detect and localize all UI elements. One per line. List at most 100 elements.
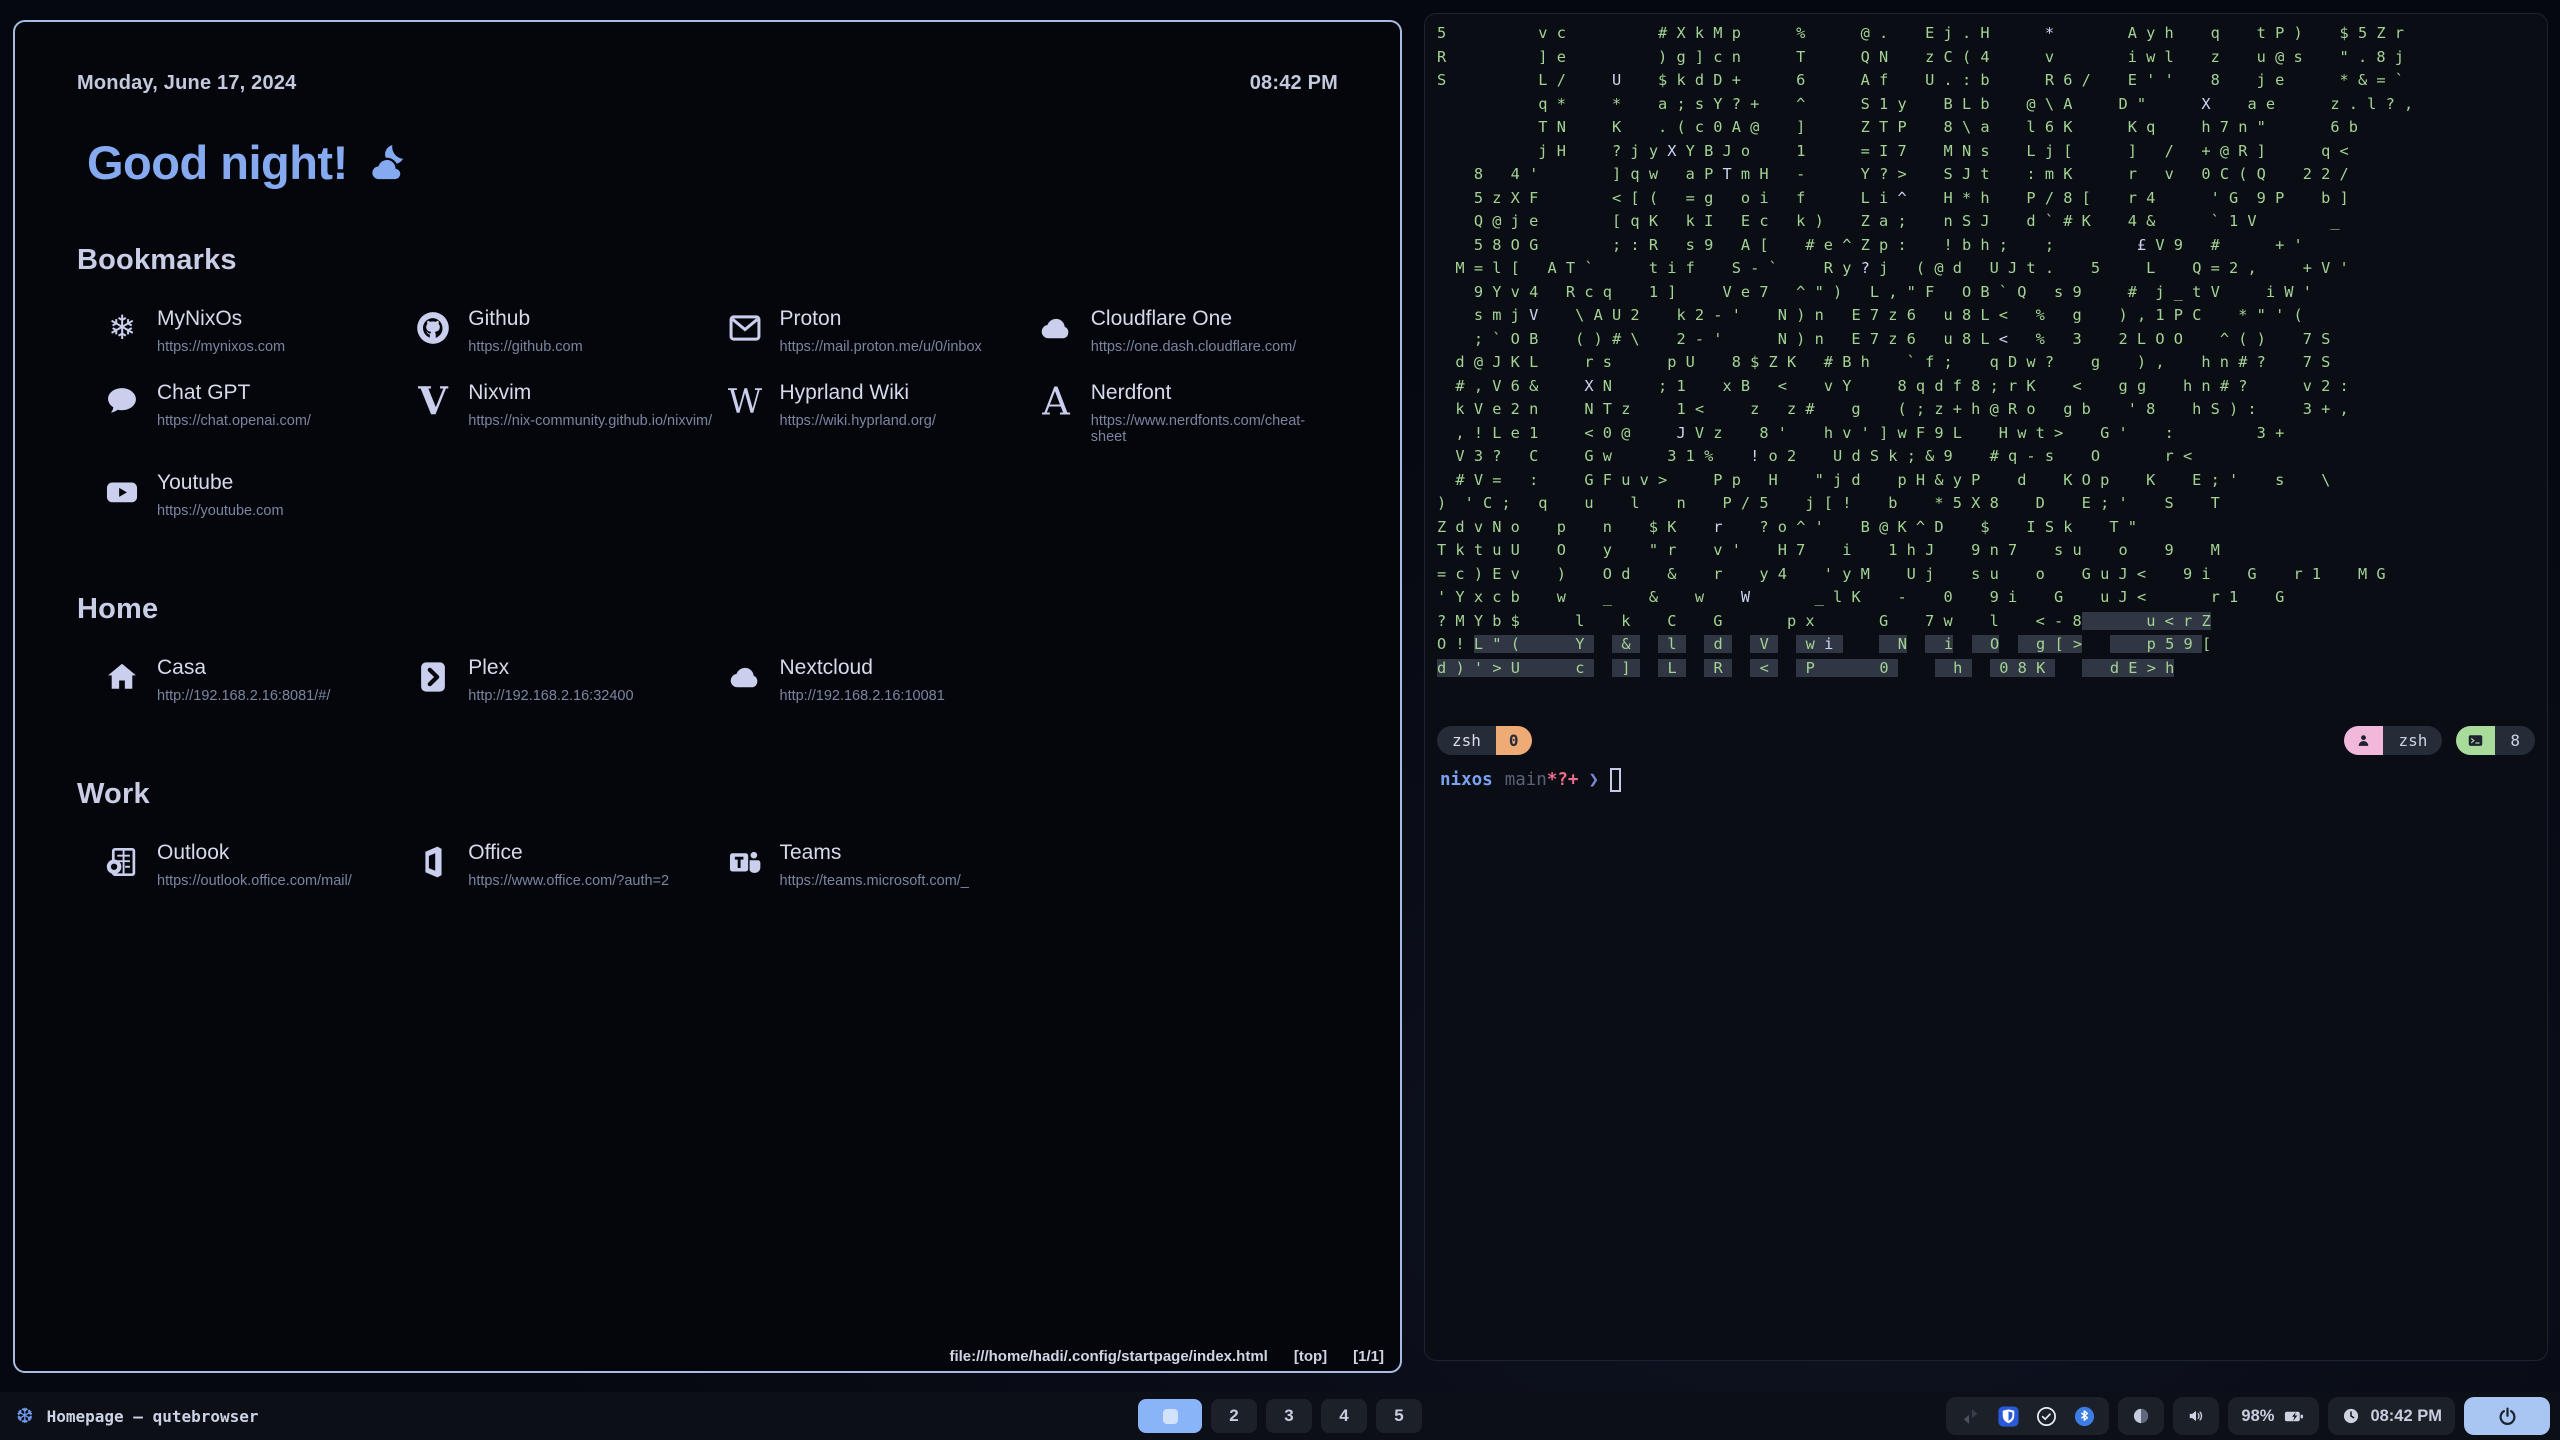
- battery-indicator[interactable]: 98%: [2228, 1397, 2319, 1435]
- bookmark-url: https://www.nerdfonts.com/cheat-sheet: [1091, 413, 1338, 445]
- active-window-title[interactable]: ❆ Homepage — qutebrowser: [16, 1406, 259, 1427]
- bookmark-item[interactable]: Teams https://teams.microsoft.com/_: [726, 841, 1027, 889]
- bookmark-name: Casa: [157, 656, 330, 680]
- statusbar-url: file:///home/hadi/.config/startpage/inde…: [949, 1348, 1267, 1365]
- clock-widget[interactable]: 08:42 PM: [2328, 1397, 2455, 1435]
- bookmark-item[interactable]: Cloudflare One https://one.dash.cloudfla…: [1037, 307, 1338, 355]
- workspace-2[interactable]: 2: [1211, 1399, 1257, 1433]
- bookmark-name: Proton: [780, 307, 982, 331]
- bookmark-name: Cloudflare One: [1091, 307, 1297, 331]
- section-grid: Casa http://192.168.2.16:8081/#/ Plex ht…: [77, 656, 1338, 704]
- office-icon: [414, 843, 452, 881]
- workspace-4[interactable]: 4: [1321, 1399, 1367, 1433]
- bookmark-name: Teams: [780, 841, 969, 865]
- zellij-statusbar: zsh 0 zsh 8: [1437, 726, 2535, 755]
- bookmark-item[interactable]: Outlook https://outlook.office.com/mail/: [103, 841, 404, 889]
- bookmark-url: https://outlook.office.com/mail/: [157, 873, 352, 889]
- bookmark-item[interactable]: Proton https://mail.proton.me/u/0/inbox: [726, 307, 1027, 355]
- qutebrowser-statusbar: file:///home/hadi/.config/startpage/inde…: [949, 1348, 1384, 1365]
- link-section: Bookmarks MyNixOs https://mynixos.com Gi…: [77, 244, 1338, 519]
- time-text: 08:42 PM: [1250, 72, 1338, 95]
- bookmark-name: Outlook: [157, 841, 352, 865]
- bookmark-name: Hyprland Wiki: [780, 381, 936, 405]
- greeting: Good night!: [87, 135, 1338, 190]
- nixos-logo-icon: ❆: [16, 1406, 34, 1427]
- prompt-host: nixos: [1440, 770, 1493, 790]
- moon-cloud-icon: [364, 140, 410, 186]
- bookmark-item[interactable]: Nixvim https://nix-community.github.io/n…: [414, 381, 715, 445]
- window-title-text: Homepage — qutebrowser: [47, 1407, 259, 1426]
- bookmark-url: https://youtube.com: [157, 503, 284, 519]
- bookmark-url: https://github.com: [468, 339, 582, 355]
- house-icon: [103, 658, 141, 696]
- section-grid: Outlook https://outlook.office.com/mail/…: [77, 841, 1338, 889]
- greeting-text: Good night!: [87, 135, 348, 190]
- git-branch: main: [1505, 770, 1547, 790]
- statusbar-tab-count: [1/1]: [1353, 1348, 1384, 1365]
- git-status-flags: *?+: [1547, 770, 1579, 790]
- bookmark-name: Github: [468, 307, 582, 331]
- section-title: Home: [77, 593, 1338, 626]
- section-title: Work: [77, 778, 1338, 811]
- bookmark-url: http://192.168.2.16:10081: [780, 688, 945, 704]
- cmatrix-output: 5 v c # X k M p % @ . E j . H * A y h q …: [1437, 22, 2543, 680]
- taskbar: ❆ Homepage — qutebrowser 2 3 4 5 98% 08:…: [0, 1392, 2560, 1440]
- startpage-header: Monday, June 17, 2024 08:42 PM: [77, 22, 1338, 95]
- workspace-switcher: 2 3 4 5: [1138, 1399, 1422, 1433]
- bookmark-url: https://nix-community.github.io/nixvim/: [468, 413, 712, 429]
- terminal-tab-zsh[interactable]: zsh 0: [1437, 726, 1532, 755]
- battery-charging-icon: [2283, 1405, 2306, 1428]
- letter-a-icon: [1037, 383, 1075, 421]
- bookmark-item[interactable]: Youtube https://youtube.com: [103, 471, 404, 519]
- terminal-window[interactable]: 5 v c # X k M p % @ . E j . H * A y h q …: [1424, 13, 2548, 1361]
- bookmark-name: Nextcloud: [780, 656, 945, 680]
- bookmark-item[interactable]: Chat GPT https://chat.openai.com/: [103, 381, 404, 445]
- bookmark-name: Office: [468, 841, 669, 865]
- taskbar-right: 98% 08:42 PM: [1946, 1397, 2550, 1435]
- bookmark-item[interactable]: MyNixOs https://mynixos.com: [103, 307, 404, 355]
- volume-control[interactable]: [2173, 1397, 2219, 1435]
- kdeconnect-icon[interactable]: [1959, 1405, 1982, 1428]
- night-light-toggle[interactable]: [2118, 1397, 2164, 1435]
- bookmark-item[interactable]: Github https://github.com: [414, 307, 715, 355]
- tab-label: zsh: [1437, 726, 1496, 755]
- bookmark-url: https://www.office.com/?auth=2: [468, 873, 669, 889]
- bookmark-item[interactable]: Plex http://192.168.2.16:32400: [414, 656, 715, 704]
- bookmark-item[interactable]: Hyprland Wiki https://wiki.hyprland.org/: [726, 381, 1027, 445]
- startpage: Monday, June 17, 2024 08:42 PM Good nigh…: [15, 22, 1400, 1371]
- bookmark-item[interactable]: Casa http://192.168.2.16:8081/#/: [103, 656, 404, 704]
- shell-prompt[interactable]: nixos main *?+ ❯: [1440, 768, 1621, 792]
- terminal-icon: [2456, 726, 2495, 755]
- checkmark-icon[interactable]: [2035, 1405, 2058, 1428]
- workspace-5[interactable]: 5: [1376, 1399, 1422, 1433]
- bookmark-url: https://one.dash.cloudflare.com/: [1091, 339, 1297, 355]
- volume-icon: [2186, 1406, 2206, 1426]
- bookmark-item[interactable]: Nerdfont https://www.nerdfonts.com/cheat…: [1037, 381, 1338, 445]
- chat-bubble-icon: [103, 383, 141, 421]
- bookmark-item[interactable]: Office https://www.office.com/?auth=2: [414, 841, 715, 889]
- github-icon: [414, 309, 452, 347]
- link-sections: Bookmarks MyNixOs https://mynixos.com Gi…: [77, 244, 1338, 889]
- power-button[interactable]: [2464, 1397, 2550, 1435]
- plex-chevron-icon: [414, 658, 452, 696]
- tab-index-badge: 0: [1496, 726, 1532, 755]
- bitwarden-icon[interactable]: [1997, 1405, 2020, 1428]
- workspace-1[interactable]: [1138, 1399, 1202, 1433]
- bookmark-name: Plex: [468, 656, 633, 680]
- proton-mail-icon: [726, 309, 764, 347]
- nix-snowflake-icon: [103, 309, 141, 347]
- bookmark-url: http://192.168.2.16:32400: [468, 688, 633, 704]
- statusbar-scroll-position: [top]: [1294, 1348, 1327, 1365]
- section-grid: MyNixOs https://mynixos.com Github https…: [77, 307, 1338, 519]
- pane-count: 8: [2495, 726, 2535, 755]
- user-icon: [2344, 726, 2383, 755]
- workspace-3[interactable]: 3: [1266, 1399, 1312, 1433]
- zellij-status-right: zsh 8: [2344, 726, 2535, 755]
- bluetooth-icon[interactable]: [2073, 1405, 2096, 1428]
- bookmark-item[interactable]: Nextcloud http://192.168.2.16:10081: [726, 656, 1027, 704]
- section-title: Bookmarks: [77, 244, 1338, 277]
- bookmark-url: http://192.168.2.16:8081/#/: [157, 688, 330, 704]
- clock-icon: [2341, 1406, 2361, 1426]
- cloudflare-cloud-icon: [1037, 309, 1075, 347]
- clock-text: 08:42 PM: [2370, 1407, 2442, 1426]
